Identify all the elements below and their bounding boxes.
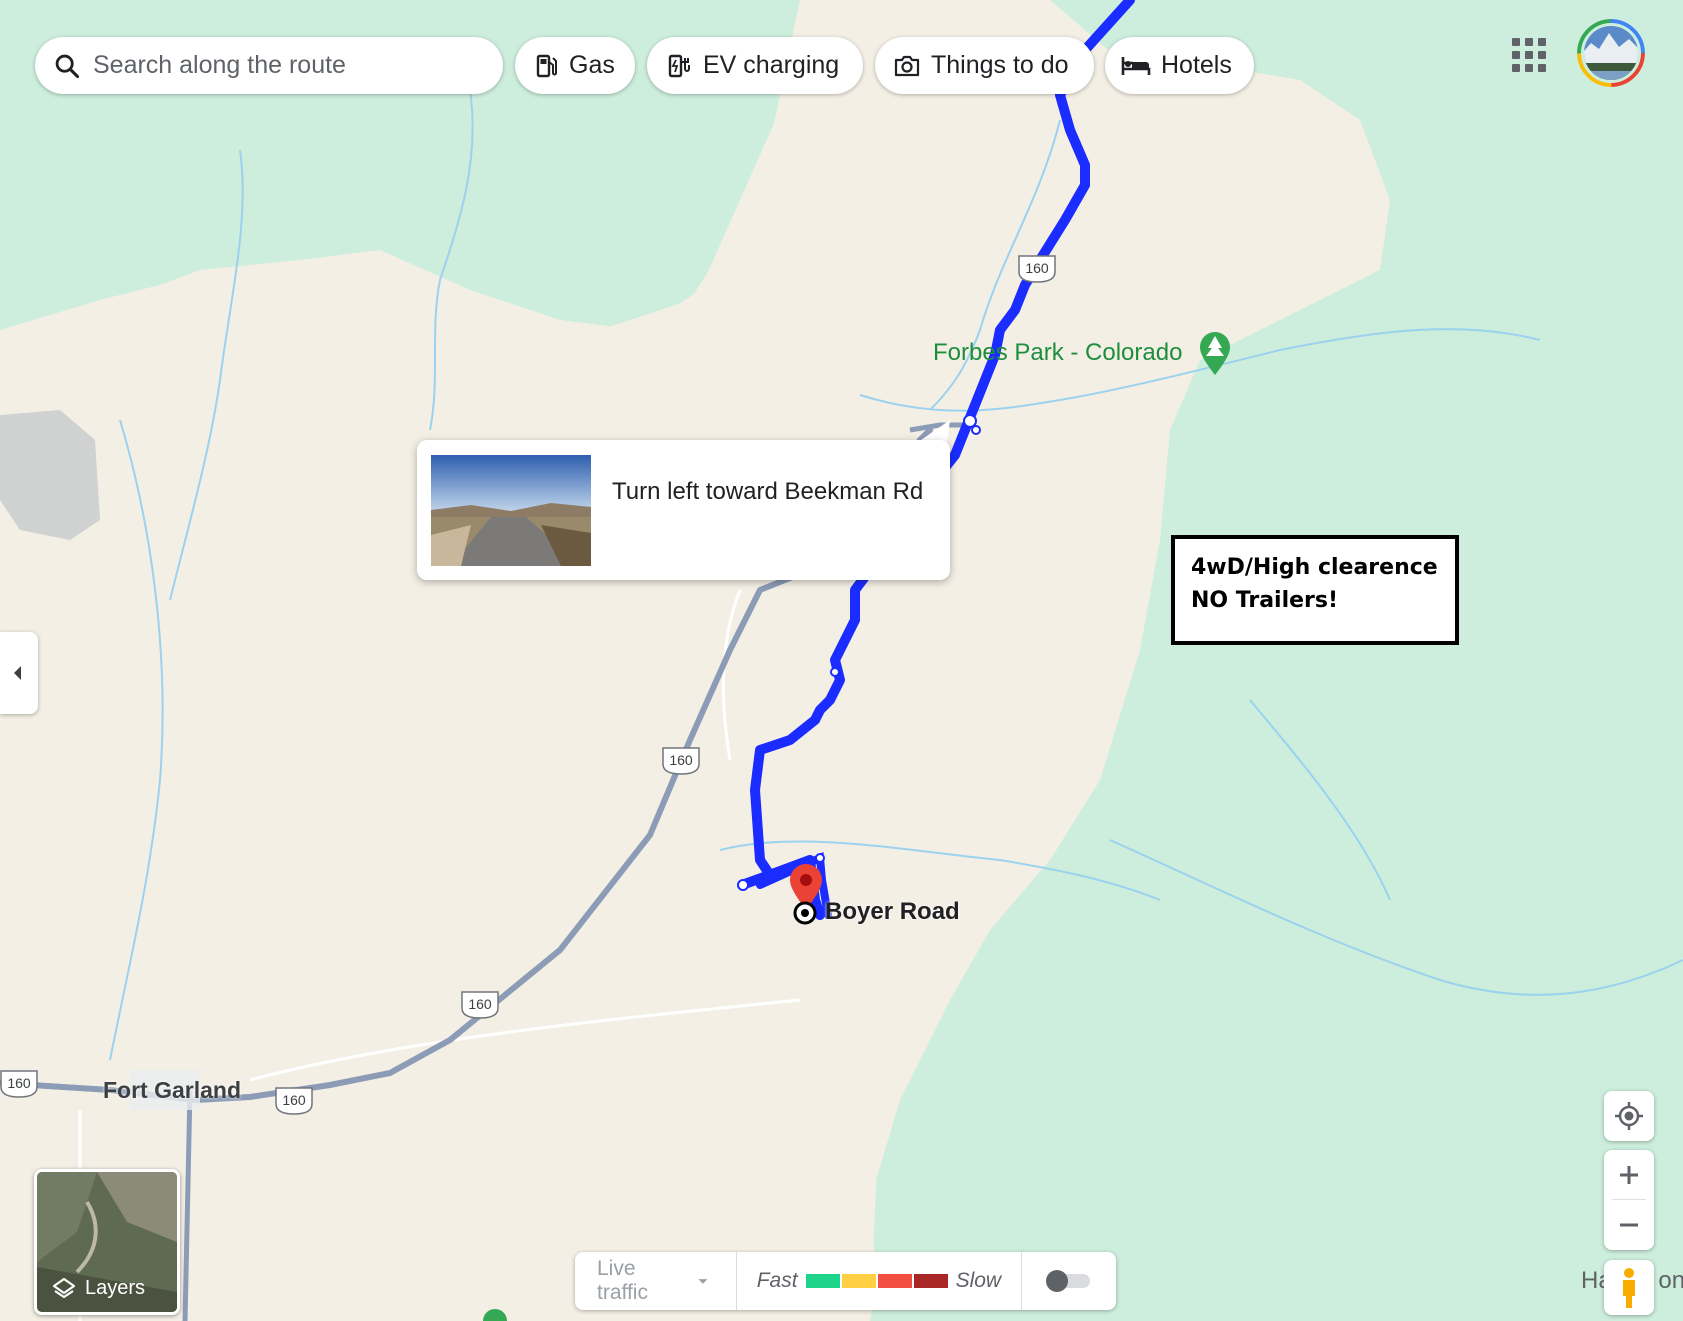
live-traffic-label: Live traffic <box>597 1257 648 1304</box>
hotels-chip[interactable]: Hotels <box>1105 37 1254 94</box>
things-to-do-chip[interactable]: Things to do <box>875 37 1094 94</box>
ev-charger-icon <box>668 54 690 77</box>
chevron-left-icon <box>14 666 21 680</box>
speed-color-stopped <box>913 1274 948 1288</box>
speed-scale: Fast Slow <box>737 1252 1021 1310</box>
zoom-controls <box>1604 1150 1654 1250</box>
apps-grid-icon[interactable] <box>1512 38 1546 72</box>
shield-label-1: 160 <box>1025 260 1049 276</box>
shield-label-5: 160 <box>7 1075 31 1091</box>
warning-annotation: 4wD/High clearence NO Trailers! <box>1171 535 1459 645</box>
gas-chip-label: Gas <box>569 51 615 79</box>
turn-step-popup[interactable]: Turn left toward Beekman Rd <box>417 440 950 580</box>
zoom-out-button[interactable] <box>1604 1200 1654 1250</box>
account-avatar[interactable] <box>1577 19 1645 87</box>
turn-instruction-text: Turn left toward Beekman Rd <box>612 478 924 505</box>
hotels-chip-label: Hotels <box>1161 51 1232 79</box>
zoom-in-button[interactable] <box>1604 1150 1654 1200</box>
bed-icon <box>1121 56 1151 75</box>
toggle-switch-icon <box>1046 1270 1091 1292</box>
search-icon <box>55 54 80 78</box>
place-label-forbes-park[interactable]: Forbes Park - Colorado <box>933 339 1182 367</box>
search-along-route-input[interactable]: Search along the route <box>35 37 503 94</box>
speed-color-slow <box>877 1274 912 1288</box>
street-view-thumbnail[interactable] <box>431 455 591 566</box>
pegman-icon <box>1623 1268 1635 1308</box>
street-view-pegman-button[interactable] <box>1604 1260 1654 1315</box>
shield-label-3: 160 <box>468 996 492 1012</box>
fast-label: Fast <box>756 1269 798 1292</box>
shield-label-2: 160 <box>669 752 693 768</box>
slow-label: Slow <box>955 1269 1002 1292</box>
place-label-boyer-road[interactable]: Boyer Road <box>825 898 960 926</box>
layers-label: Layers <box>85 1277 146 1299</box>
ev-charging-chip-label: EV charging <box>703 51 840 79</box>
my-location-button[interactable] <box>1604 1091 1654 1141</box>
plus-icon <box>1620 1166 1638 1184</box>
camera-icon <box>894 55 920 76</box>
live-traffic-toggle[interactable] <box>1022 1252 1116 1310</box>
speed-color-medium <box>841 1274 876 1288</box>
chevron-down-icon <box>698 1279 708 1284</box>
things-to-do-chip-label: Things to do <box>931 51 1069 79</box>
live-traffic-dropdown[interactable]: Live traffic <box>575 1252 736 1310</box>
my-location-icon <box>1615 1102 1643 1130</box>
shield-label-4: 160 <box>282 1092 306 1108</box>
layers-icon <box>52 1277 76 1299</box>
ev-charging-chip[interactable]: EV charging <box>647 37 863 94</box>
place-label-fort-garland[interactable]: Fort Garland <box>103 1077 241 1104</box>
layers-button[interactable]: Layers <box>34 1169 180 1315</box>
collapse-side-panel-button[interactable] <box>0 632 38 714</box>
gas-chip[interactable]: Gas <box>515 37 635 94</box>
map-canvas[interactable]: 160 160 160 160 160 <box>0 0 1683 1321</box>
minus-icon <box>1620 1223 1638 1227</box>
search-placeholder: Search along the route <box>93 51 346 79</box>
traffic-legend: Live traffic Fast Slow <box>575 1252 1116 1310</box>
speed-color-fast <box>805 1274 840 1288</box>
gas-pump-icon <box>536 54 557 77</box>
